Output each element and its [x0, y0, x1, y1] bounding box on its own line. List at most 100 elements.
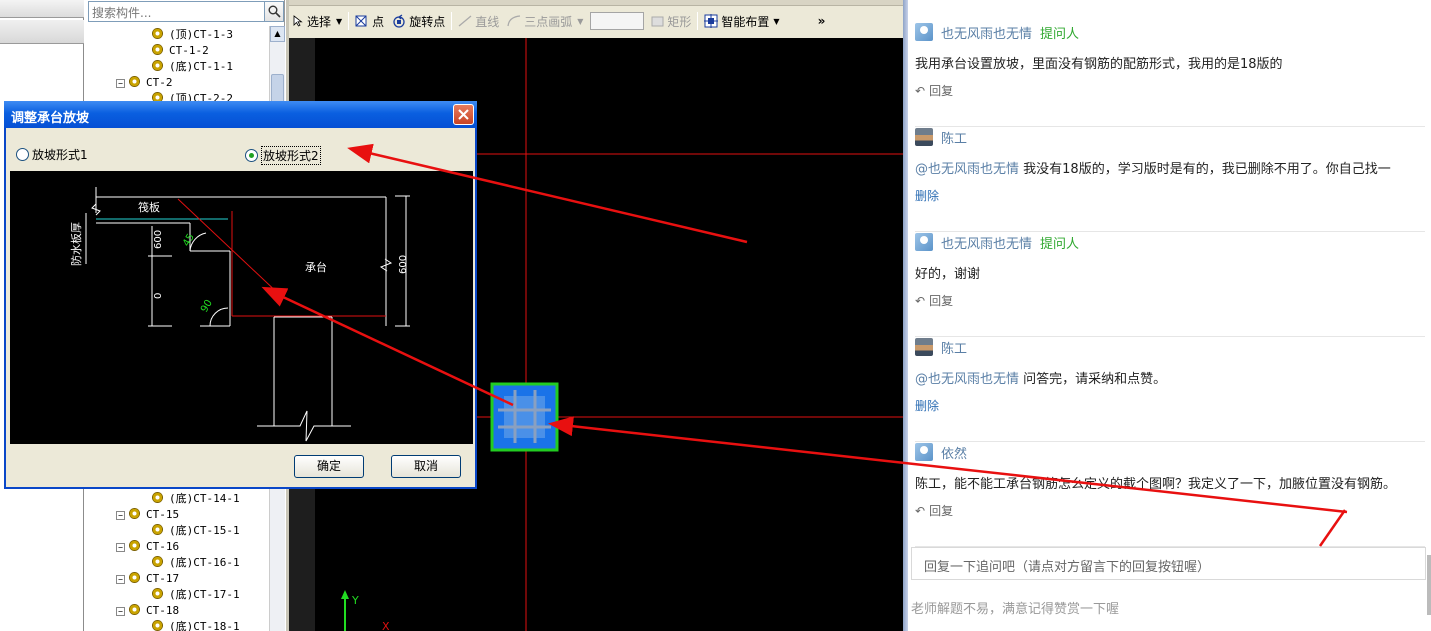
- component-icon: [152, 524, 163, 535]
- overflow-icon: »: [817, 14, 826, 28]
- cap-element-inner: [504, 396, 545, 438]
- collapse-icon[interactable]: −: [116, 607, 125, 616]
- chevron-down-icon: ▼: [773, 16, 780, 26]
- tree-item-label: (底)CT-18-1: [169, 620, 240, 631]
- action-label: 回复: [929, 84, 954, 98]
- comment-body: 我没有18版的，学习版时是有的，我已删除不用了。你自己找一: [1023, 162, 1391, 177]
- reply-input[interactable]: 回复一下追问吧（请点对方留言下的回复按钮喔）: [911, 547, 1426, 580]
- smart-layout-label: 智能布置: [721, 14, 770, 29]
- tree-item[interactable]: − CT-18: [116, 603, 179, 619]
- tree-item[interactable]: − CT-17: [116, 571, 179, 587]
- user-avatar[interactable]: [915, 23, 933, 41]
- radio-option-2[interactable]: 放坡形式2: [245, 146, 321, 165]
- comment-author[interactable]: 也无风雨也无情: [941, 233, 1032, 252]
- comment-body: 好的，谢谢: [915, 267, 981, 282]
- tree-item[interactable]: (底)CT-14-1: [152, 491, 240, 507]
- comment-header: 陈工: [915, 127, 967, 147]
- arc-option-select[interactable]: [590, 12, 645, 30]
- mention-link[interactable]: @也无风雨也无情: [915, 162, 1019, 177]
- tree-item[interactable]: − CT-2: [116, 75, 173, 91]
- radio-2-label: 放坡形式2: [261, 146, 321, 165]
- rotate-point-tool-button[interactable]: 旋转点: [388, 10, 449, 32]
- dialog-close-button[interactable]: [453, 104, 474, 125]
- toolbar-separator: [697, 12, 699, 30]
- comment-header: 也无风雨也无情 提问人: [915, 232, 1079, 252]
- slope-diagram: 筏板 承台 防水板厚 600 0 600 45 90: [69, 187, 410, 442]
- select-tool-button[interactable]: 选择 ▼: [289, 10, 346, 32]
- user-avatar[interactable]: [915, 233, 933, 251]
- reply-button[interactable]: ↶ 回复: [915, 292, 953, 309]
- ok-button[interactable]: 确定: [294, 455, 364, 478]
- component-icon: [152, 588, 163, 599]
- rect-tool-button[interactable]: 矩形: [647, 10, 695, 32]
- delete-button[interactable]: 删除: [915, 187, 939, 204]
- dim-left-bottom: 0: [153, 293, 164, 299]
- teacher-avatar[interactable]: [915, 128, 933, 146]
- tree-item-label: CT-2: [146, 76, 173, 89]
- tree-item-label: CT-1-2: [169, 44, 209, 57]
- radio-2-dot[interactable]: [245, 149, 258, 162]
- rotate-point-tool-label: 旋转点: [409, 14, 446, 29]
- teacher-avatar[interactable]: [915, 338, 933, 356]
- collapse-icon[interactable]: −: [116, 575, 125, 584]
- tree-item[interactable]: − CT-15: [116, 507, 179, 523]
- scroll-up-icon[interactable]: ▲: [270, 26, 285, 42]
- reply-icon: ↶: [915, 503, 926, 518]
- slope-preview-drawing: 筏板 承台 防水板厚 600 0 600 45 90: [10, 171, 473, 444]
- radio-1-dot[interactable]: [16, 148, 29, 161]
- footer-note: 老师解题不易，满意记得赞赏一下喔: [911, 602, 1120, 617]
- cancel-button[interactable]: 取消: [391, 455, 461, 478]
- reply-button[interactable]: ↶ 回复: [915, 502, 953, 519]
- point-tool-button[interactable]: 点: [351, 10, 388, 32]
- component-icon: [152, 556, 163, 567]
- search-button[interactable]: [264, 1, 284, 22]
- tree-item[interactable]: CT-1-2: [152, 43, 209, 59]
- comment-author[interactable]: 陈工: [941, 338, 967, 357]
- reply-button[interactable]: ↶ 回复: [915, 82, 953, 99]
- dim-right: 600: [398, 255, 409, 274]
- tree-item[interactable]: − CT-16: [116, 539, 179, 555]
- mention-link[interactable]: @也无风雨也无情: [915, 372, 1019, 387]
- line-tool-button[interactable]: 直线: [454, 10, 503, 32]
- comment-header: 陈工: [915, 337, 967, 357]
- comment-body: 我用承台设置放坡，里面没有钢筋的配筋形式，我用的是18版的: [915, 57, 1283, 72]
- comment-author[interactable]: 陈工: [941, 128, 967, 147]
- close-icon: [458, 109, 469, 120]
- tree-item[interactable]: (底)CT-15-1: [152, 523, 240, 539]
- cap-element[interactable]: [490, 382, 559, 452]
- toolbar-overflow-button[interactable]: »: [814, 10, 830, 32]
- line-tool-label: 直线: [475, 14, 500, 29]
- tree-item[interactable]: (底)CT-1-1: [152, 59, 233, 75]
- point-tool-label: 点: [372, 14, 385, 29]
- cap-label: 承台: [305, 260, 327, 274]
- action-label: 回复: [929, 504, 954, 518]
- comment-author[interactable]: 也无风雨也无情: [941, 23, 1032, 42]
- component-icon: [129, 76, 140, 87]
- collapse-icon[interactable]: −: [116, 79, 125, 88]
- line-icon: [458, 15, 472, 27]
- arc-tool-button[interactable]: 三点画弧 ▼: [503, 10, 587, 32]
- tree-item[interactable]: (底)CT-16-1: [152, 555, 240, 571]
- axis-x-label: X: [382, 620, 390, 631]
- comment-scrollbar[interactable]: [1427, 555, 1431, 615]
- collapse-icon[interactable]: −: [116, 543, 125, 552]
- smart-layout-button[interactable]: 智能布置 ▼: [700, 10, 783, 32]
- toolbar-separator: [348, 12, 350, 30]
- tree-item-label: (底)CT-16-1: [169, 556, 240, 569]
- user-avatar[interactable]: [915, 443, 933, 461]
- tree-item[interactable]: (顶)CT-1-3: [152, 27, 233, 43]
- tree-item-label: (底)CT-14-1: [169, 492, 240, 505]
- dialog-titlebar[interactable]: 调整承台放坡: [4, 101, 477, 128]
- delete-button[interactable]: 删除: [915, 397, 939, 414]
- tree-item[interactable]: (底)CT-17-1: [152, 587, 240, 603]
- radio-option-1[interactable]: 放坡形式1: [16, 146, 88, 163]
- tree-item-label: (顶)CT-1-3: [169, 28, 233, 41]
- search-input[interactable]: 搜索构件...: [88, 1, 265, 22]
- collapse-icon[interactable]: −: [116, 511, 125, 520]
- component-icon: [152, 620, 163, 631]
- tree-item[interactable]: (底)CT-18-1: [152, 619, 240, 631]
- comment-author[interactable]: 依然: [941, 443, 967, 462]
- comment-header: 依然: [915, 442, 967, 462]
- radio-1-label: 放坡形式1: [32, 148, 88, 162]
- reply-icon: ↶: [915, 83, 926, 98]
